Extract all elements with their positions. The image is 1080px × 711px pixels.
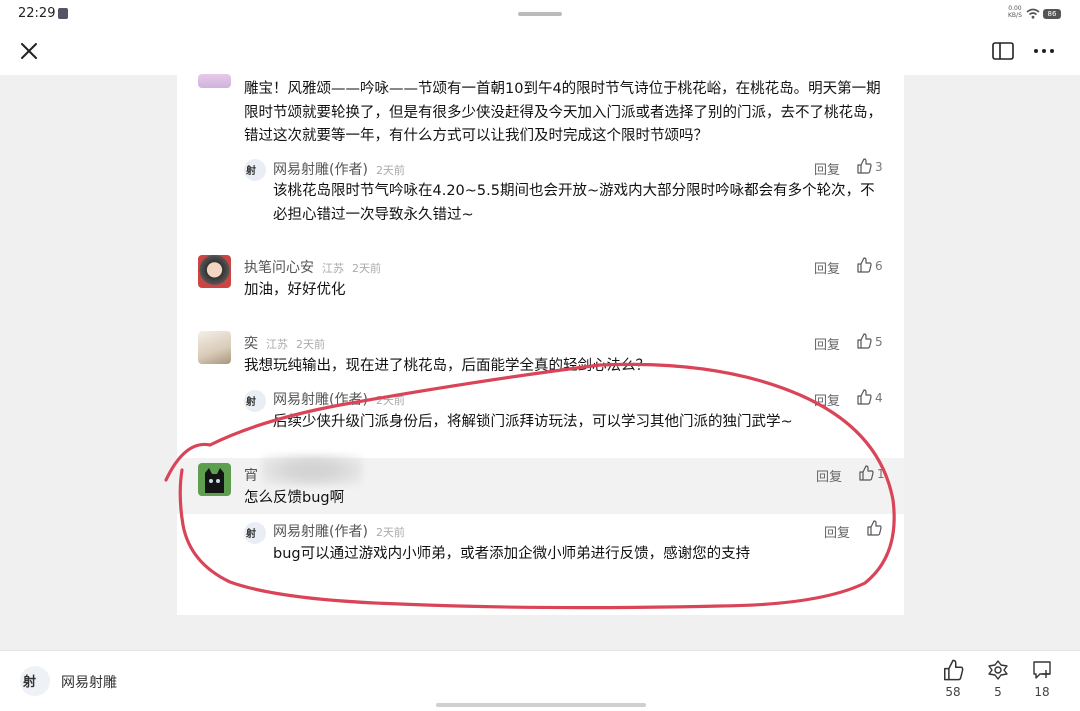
account-name[interactable]: 网易射雕 — [61, 672, 117, 692]
like-action[interactable]: 58 — [940, 659, 966, 699]
share-flower-icon — [988, 660, 1008, 680]
svg-text:射: 射 — [22, 674, 36, 690]
comment-action[interactable]: 18 — [1029, 659, 1055, 699]
share-action[interactable]: 5 — [985, 659, 1011, 699]
account-avatar[interactable]: 射 — [20, 666, 50, 696]
annotation-circle — [164, 362, 896, 610]
home-indicator[interactable] — [436, 703, 646, 707]
thumbs-up-icon — [943, 659, 964, 681]
bottom-action-bar — [0, 650, 1080, 711]
comment-add-icon — [1033, 661, 1051, 679]
